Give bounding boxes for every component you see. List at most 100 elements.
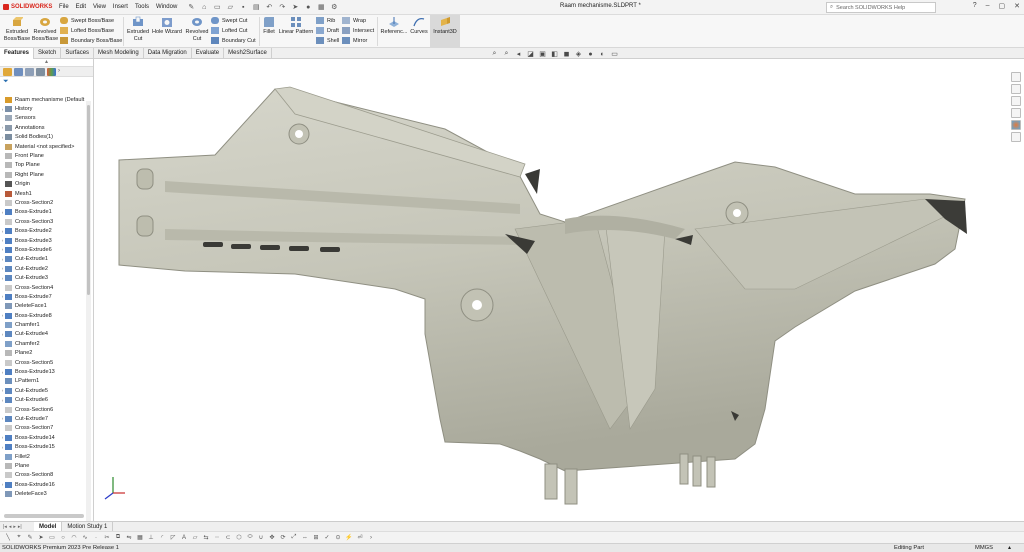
draft-button[interactable]: Draft: [316, 26, 339, 35]
tree-item[interactable]: › Cut-Extrude6: [0, 396, 88, 405]
close-icon[interactable]: ✕: [1014, 2, 1020, 10]
tab-model[interactable]: Model: [34, 521, 63, 532]
print-icon[interactable]: ▤: [251, 3, 261, 12]
previous-view-icon[interactable]: ◂: [514, 50, 523, 58]
repair-sketch-icon[interactable]: ✓: [323, 534, 331, 542]
more-tabs-icon[interactable]: ›: [58, 68, 67, 76]
menu-file[interactable]: File: [58, 4, 70, 10]
filter-icon[interactable]: ⏷: [0, 77, 93, 86]
tree-item[interactable]: › Boss-Extrude1: [0, 208, 88, 217]
last-tab-icon[interactable]: ▸|: [18, 524, 22, 530]
extruded-cut-button[interactable]: Extruded Cut: [124, 16, 152, 42]
text-tool-icon[interactable]: A: [180, 534, 188, 542]
line-tool-icon[interactable]: ╲: [4, 534, 12, 542]
part-mesh-model[interactable]: [95, 59, 1009, 521]
point-tool-icon[interactable]: ·: [92, 534, 100, 542]
mirror-button[interactable]: Mirror: [342, 36, 367, 45]
trim-tool-icon[interactable]: ✂: [103, 534, 111, 542]
tab-sketch[interactable]: Sketch: [34, 48, 62, 59]
tree-item[interactable]: › Cut-Extrude5: [0, 386, 88, 395]
tree-item[interactable]: Fillet2: [0, 452, 88, 461]
section-view-icon[interactable]: ◪: [526, 50, 535, 58]
custom-properties-icon[interactable]: [1011, 132, 1021, 142]
curves-button[interactable]: Curves: [409, 16, 429, 36]
ellipse-tool-icon[interactable]: ⬭: [246, 534, 254, 542]
lofted-boss-button[interactable]: Lofted Boss/Base: [60, 26, 114, 35]
extruded-boss-button[interactable]: Extruded Boss/Base: [3, 16, 31, 42]
polygon-tool-icon[interactable]: ⬡: [235, 534, 243, 542]
fillet-button[interactable]: Fillet: [261, 16, 277, 36]
menu-window[interactable]: Window: [155, 4, 178, 10]
undo-icon[interactable]: ↶: [264, 3, 274, 12]
tab-surfaces[interactable]: Surfaces: [61, 48, 95, 59]
plane-tool-icon[interactable]: ▱: [191, 534, 199, 542]
offset-tool-icon[interactable]: ⧉: [114, 534, 122, 542]
tree-item[interactable]: Sensors: [0, 114, 88, 123]
save-icon[interactable]: ▪: [238, 3, 248, 12]
boundary-boss-button[interactable]: Boundary Boss/Base: [60, 36, 122, 45]
tree-item[interactable]: Cross-Section2: [0, 198, 88, 207]
tab-mesh2surface[interactable]: Mesh2Surface: [224, 48, 272, 59]
wrap-button[interactable]: Wrap: [342, 16, 366, 25]
tree-item[interactable]: › Cut-Extrude2: [0, 264, 88, 273]
tree-item[interactable]: › Boss-Extrude2: [0, 226, 88, 235]
stretch-tool-icon[interactable]: ⇔: [301, 534, 309, 542]
tree-item[interactable]: Chamfer1: [0, 320, 88, 329]
tree-item[interactable]: › Annotations: [0, 123, 88, 132]
next-tab-icon[interactable]: ▸: [13, 524, 16, 530]
tab-motion-study-1[interactable]: Motion Study 1: [62, 521, 114, 532]
linear-pattern-button[interactable]: Linear Pattern: [278, 16, 314, 36]
spline-tool-icon[interactable]: ∿: [81, 534, 89, 542]
home-icon[interactable]: ⌂: [199, 3, 209, 12]
menu-insert[interactable]: Insert: [112, 4, 129, 10]
tree-item[interactable]: › Boss-Extrude3: [0, 236, 88, 245]
appearances-icon[interactable]: [1011, 120, 1021, 130]
view-orientation-icon[interactable]: ◧: [550, 50, 559, 58]
tree-item[interactable]: DeleteFace1: [0, 302, 88, 311]
tree-item[interactable]: › Cut-Extrude3: [0, 273, 88, 282]
rotate-tool-icon[interactable]: ⟳: [279, 534, 287, 542]
tree-item[interactable]: Cross-Section4: [0, 283, 88, 292]
tree-item[interactable]: Raam mechanisme (Default: [0, 95, 88, 104]
rib-button[interactable]: Rib: [316, 16, 335, 25]
tree-item[interactable]: Top Plane: [0, 161, 88, 170]
rectangle-tool-icon[interactable]: ▭: [48, 534, 56, 542]
tree-item[interactable]: › Boss-Extrude16: [0, 480, 88, 489]
open-file-icon[interactable]: ▱: [225, 3, 235, 12]
graphics-area[interactable]: [95, 59, 1009, 521]
select-tool-icon[interactable]: ➤: [37, 534, 45, 542]
tree-item[interactable]: › Boss-Extrude8: [0, 311, 88, 320]
arc-tool-icon[interactable]: ◠: [70, 534, 78, 542]
scrollbar-thumb[interactable]: [87, 105, 90, 295]
boundary-cut-button[interactable]: Boundary Cut: [211, 36, 256, 45]
revolved-cut-button[interactable]: Revolved Cut: [183, 16, 211, 42]
file-properties-icon[interactable]: ▦: [316, 3, 326, 12]
design-library-icon[interactable]: [1011, 84, 1021, 94]
zoom-to-area-icon[interactable]: ⌕: [502, 50, 511, 58]
intersect-button[interactable]: Intersect: [342, 26, 374, 35]
tree-vertical-scrollbar[interactable]: [86, 101, 91, 521]
convert-tool-icon[interactable]: ⇆: [202, 534, 210, 542]
help-icon[interactable]: ?: [973, 2, 977, 10]
edit-appearance-icon[interactable]: ●: [586, 50, 595, 58]
tree-item[interactable]: DeleteFace3: [0, 489, 88, 498]
relation-tool-icon[interactable]: ⊥: [147, 534, 155, 542]
pattern-tool-icon[interactable]: ▦: [136, 534, 144, 542]
swept-cut-button[interactable]: Swept Cut: [211, 16, 247, 25]
tree-item[interactable]: Cross-Section7: [0, 424, 88, 433]
new-file-icon[interactable]: ▭: [212, 3, 222, 12]
tree-item[interactable]: › Boss-Extrude7: [0, 292, 88, 301]
tree-item[interactable]: Origin: [0, 180, 88, 189]
tree-item[interactable]: › Boss-Extrude15: [0, 442, 88, 451]
display-manager-tab-icon[interactable]: [47, 68, 56, 76]
tab-data-migration[interactable]: Data Migration: [144, 48, 192, 59]
tree-item[interactable]: › History: [0, 104, 88, 113]
tab-features[interactable]: Features: [0, 48, 35, 59]
centerline-tool-icon[interactable]: ┈: [213, 534, 221, 542]
configuration-manager-tab-icon[interactable]: [25, 68, 34, 76]
options-gear-icon[interactable]: ⚙: [329, 3, 339, 12]
parabola-tool-icon[interactable]: ∪: [257, 534, 265, 542]
smart-dimension-icon[interactable]: ⌖: [15, 534, 23, 542]
menu-tools[interactable]: Tools: [134, 4, 150, 10]
tree-item[interactable]: LPattern1: [0, 377, 88, 386]
